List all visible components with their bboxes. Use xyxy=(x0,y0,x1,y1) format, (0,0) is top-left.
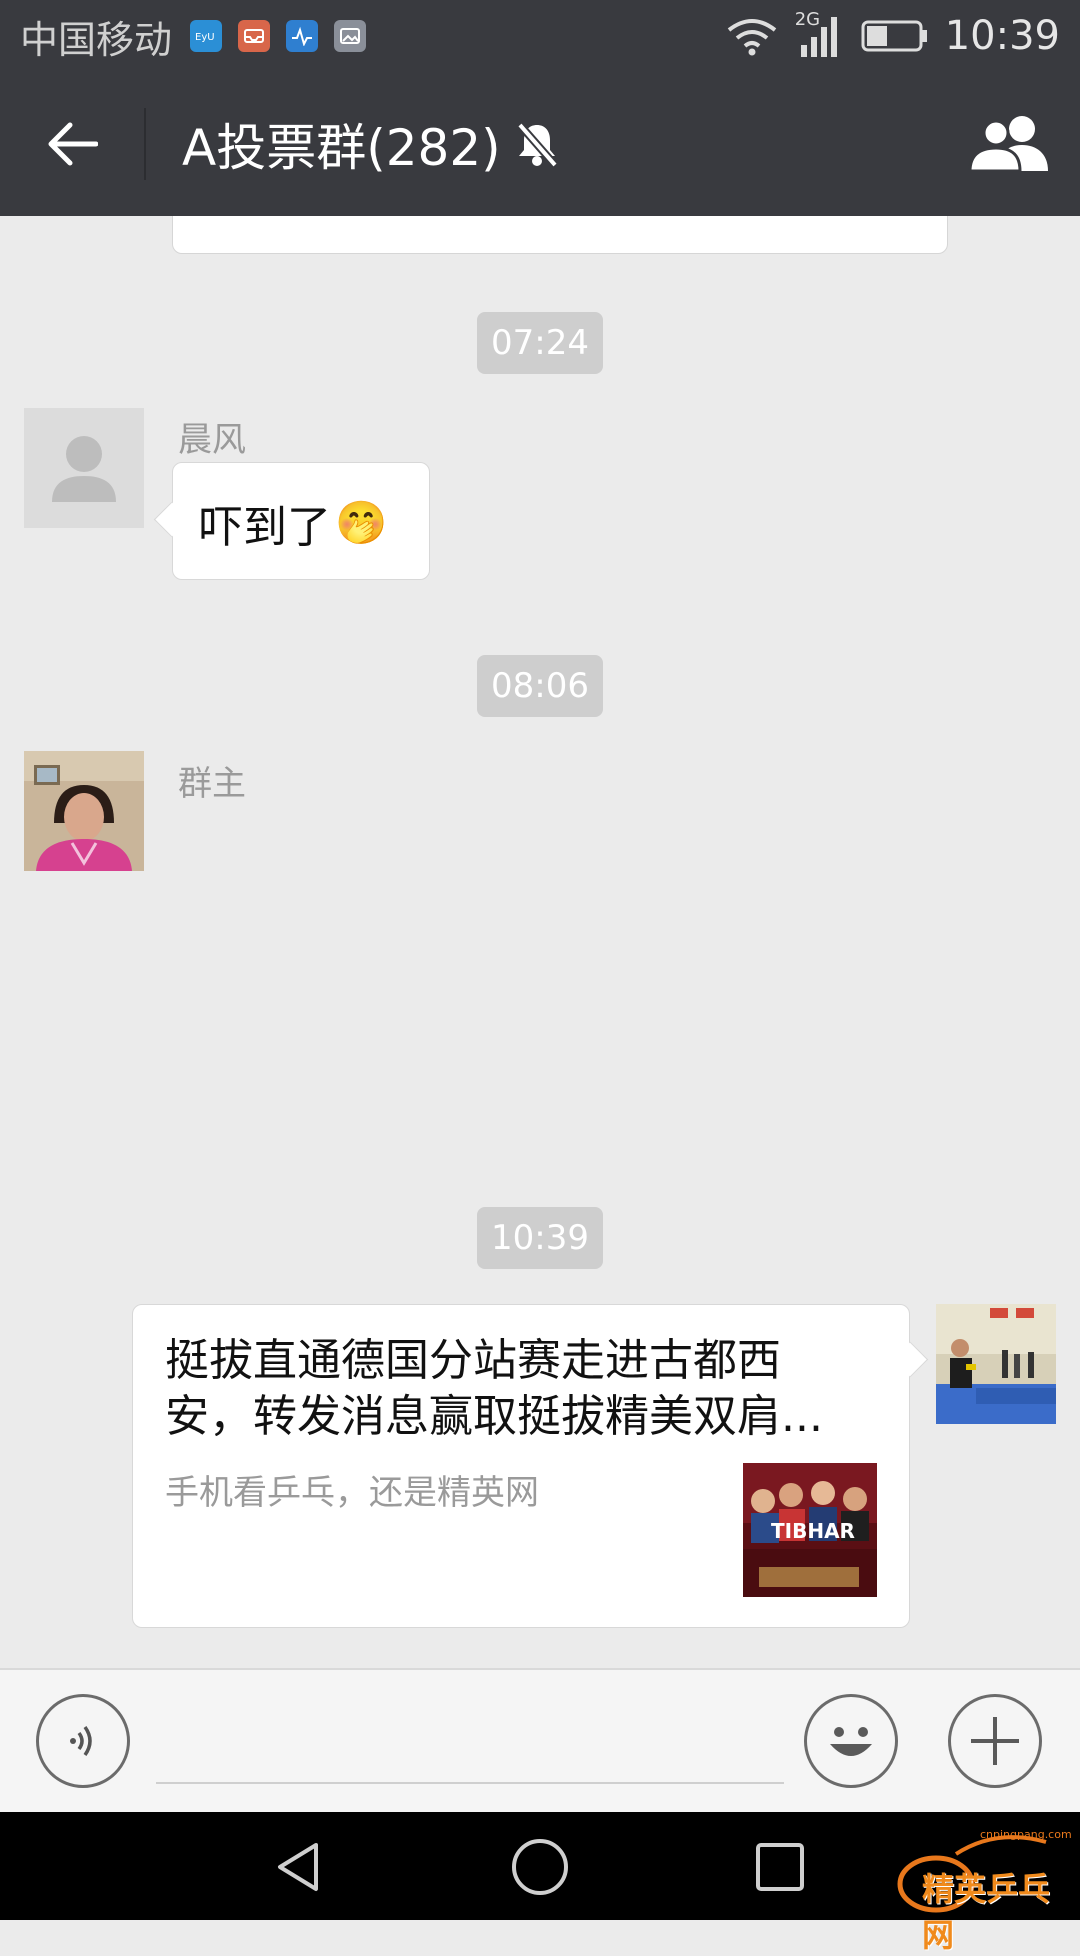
message-text-row: 吓到了 🤭 xyxy=(199,491,387,555)
arrow-left-icon xyxy=(48,122,98,166)
status-time: 10:39 xyxy=(944,13,1060,59)
article-description: 手机看乒乓，还是精英网 xyxy=(165,1473,539,1513)
chat-header: A投票群(282) xyxy=(0,72,1080,216)
gallery-notification-icon xyxy=(334,20,367,52)
previous-message-bubble[interactable] xyxy=(172,216,948,254)
app-notification-icon: EyU xyxy=(190,20,223,52)
square-recents-icon xyxy=(756,1843,804,1891)
status-bar: 中国移动 EyU 2G 10:39 xyxy=(0,0,1080,72)
timestamp: 07:24 xyxy=(477,312,603,374)
voice-icon xyxy=(70,1725,92,1757)
chat-title: A投票群(282) xyxy=(182,119,501,177)
watermark-text: 精英乒乓网 xyxy=(922,1870,1051,1954)
triangle-back-icon xyxy=(278,1843,318,1891)
emoji-icon xyxy=(830,1727,872,1756)
emoji: 🤭 xyxy=(335,498,388,547)
sender-name: 群主 xyxy=(178,764,246,804)
sender-name: 晨风 xyxy=(178,420,246,460)
battery-icon xyxy=(861,20,927,52)
article-title: 挺拔直通德国分站赛走进古都西安，转发消息赢取挺拔精美双肩... xyxy=(165,1335,823,1442)
chat-messages[interactable]: 07:24 晨风 吓到了 🤭 08:06 群主 10:39 挺拔直通德国分站赛走… xyxy=(0,216,1080,1668)
table-tennis-photo-avatar xyxy=(936,1304,1056,1424)
timestamp: 08:06 xyxy=(477,655,603,717)
mail-notification-icon xyxy=(238,20,271,52)
site-watermark: cnpingpang.com 精英乒乓网 xyxy=(896,1824,1076,1954)
message-text: 吓到了 xyxy=(199,502,331,553)
plus-icon xyxy=(971,1717,1019,1765)
title-divider xyxy=(144,108,146,180)
avatar[interactable] xyxy=(24,751,144,871)
watermark-url: cnpingpang.com xyxy=(980,1828,1072,1841)
home-nav-button[interactable] xyxy=(490,1832,590,1902)
notification-icons: EyU xyxy=(190,20,367,52)
back-nav-button[interactable] xyxy=(250,1832,350,1902)
wifi-icon xyxy=(727,19,776,56)
carrier-name: 中国移动 xyxy=(20,17,173,62)
article-thumbnail: TIBHAR xyxy=(743,1463,877,1597)
input-bar xyxy=(0,1668,1080,1814)
group-members-icon xyxy=(968,116,1048,173)
default-avatar-icon xyxy=(52,436,116,502)
shared-article-card[interactable]: 挺拔直通德国分站赛走进古都西安，转发消息赢取挺拔精美双肩... 手机看乒乓，还是… xyxy=(132,1304,910,1628)
more-button[interactable] xyxy=(948,1694,1042,1788)
group-members-button[interactable] xyxy=(940,72,1080,216)
thumbnail-brand-text: TIBHAR xyxy=(771,1519,855,1543)
signal-indicator: 2G xyxy=(795,9,845,59)
user-photo-avatar xyxy=(24,751,144,871)
back-button[interactable] xyxy=(0,72,144,216)
timestamp: 10:39 xyxy=(477,1207,603,1269)
signal-icon xyxy=(800,17,837,57)
circle-home-icon xyxy=(512,1839,568,1895)
my-avatar[interactable] xyxy=(936,1304,1056,1424)
recents-nav-button[interactable] xyxy=(730,1832,830,1902)
message-input[interactable] xyxy=(156,1730,784,1784)
status-right: 2G 10:39 xyxy=(725,9,1060,59)
avatar[interactable] xyxy=(24,408,144,528)
emoji-button[interactable] xyxy=(804,1694,898,1788)
message-bubble[interactable]: 吓到了 🤭 xyxy=(172,462,430,580)
svg-text:EyU: EyU xyxy=(195,32,215,43)
bell-off-icon xyxy=(515,121,559,167)
voice-button[interactable] xyxy=(36,1694,130,1788)
health-notification-icon xyxy=(286,20,319,52)
